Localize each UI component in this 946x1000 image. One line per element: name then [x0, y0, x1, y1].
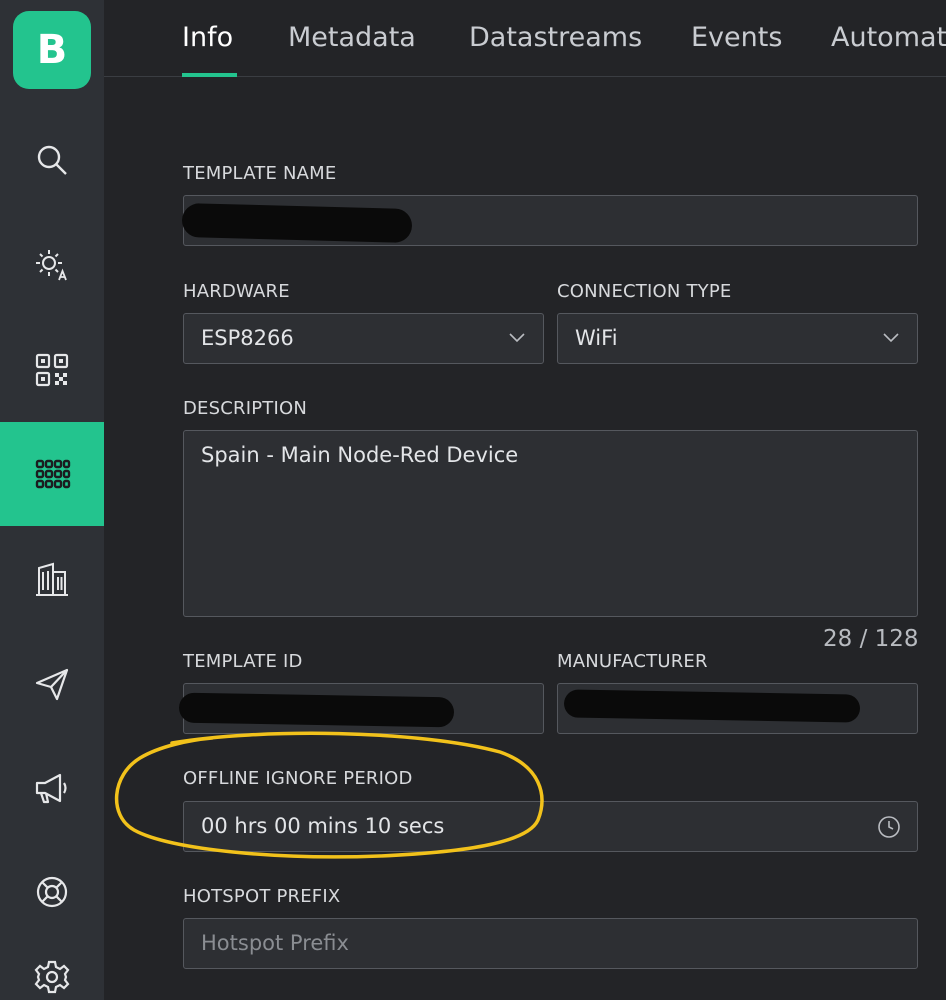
clock-icon[interactable] [877, 815, 901, 839]
hotspot-prefix-label: HOTSPOT PREFIX [183, 886, 341, 907]
connection-type-label: CONNECTION TYPE [557, 281, 732, 302]
sidebar-item-devices[interactable] [0, 318, 104, 422]
app-logo[interactable]: B [13, 11, 91, 89]
tab-info[interactable]: Info [182, 22, 233, 53]
redaction-mark [178, 692, 455, 728]
template-name-label: TEMPLATE NAME [183, 163, 337, 184]
main-content: Info Metadata Datastreams Events Automat… [104, 0, 946, 1000]
hardware-select[interactable]: ESP8266 [183, 313, 544, 364]
sidebar-item-templates[interactable] [0, 422, 104, 526]
sidebar-item-help[interactable] [0, 840, 104, 944]
hotspot-prefix-input[interactable]: Hotspot Prefix [183, 918, 918, 969]
tab-bar: Info Metadata Datastreams Events Automat [104, 0, 946, 77]
sidebar-item-dashboard[interactable] [0, 213, 104, 317]
offline-ignore-period-label: OFFLINE IGNORE PERIOD [183, 768, 413, 789]
chevron-down-icon [883, 333, 899, 343]
sidebar: B [0, 0, 104, 1000]
manufacturer-label: MANUFACTURER [557, 651, 708, 672]
tab-automations[interactable]: Automat [831, 22, 946, 53]
sidebar-item-search[interactable] [0, 108, 104, 212]
send-icon [35, 668, 69, 701]
sidebar-item-messages[interactable] [0, 632, 104, 736]
search-icon [37, 145, 67, 175]
megaphone-icon [35, 773, 67, 804]
template-id-label: TEMPLATE ID [183, 651, 303, 672]
gear-icon [34, 960, 70, 994]
description-label: DESCRIPTION [183, 398, 308, 419]
hardware-label: HARDWARE [183, 281, 290, 302]
offline-ignore-period-value: 00 hrs 00 mins 10 secs [201, 814, 445, 838]
app: B Info Metadata Datastreams Events Autom… [0, 0, 946, 1000]
description-textarea[interactable]: Spain - Main Node-Red Device [183, 430, 918, 617]
grid-icon [35, 459, 71, 489]
offline-ignore-period-input[interactable]: 00 hrs 00 mins 10 secs [183, 801, 918, 852]
hardware-value: ESP8266 [201, 326, 294, 350]
redaction-mark [181, 202, 413, 244]
active-tab-indicator [182, 73, 237, 77]
lifebuoy-icon [36, 876, 68, 908]
connection-type-value: WiFi [575, 326, 618, 350]
tab-datastreams[interactable]: Datastreams [469, 22, 642, 53]
sidebar-item-settings[interactable] [0, 945, 104, 1000]
sun-auto-icon [36, 250, 67, 281]
chevron-down-icon [509, 333, 525, 343]
building-icon [36, 562, 68, 596]
connection-type-select[interactable]: WiFi [557, 313, 918, 364]
redaction-mark [563, 689, 861, 723]
tab-metadata[interactable]: Metadata [288, 22, 416, 53]
tab-events[interactable]: Events [691, 22, 782, 53]
qr-code-icon [35, 353, 69, 387]
sidebar-item-announcements[interactable] [0, 736, 104, 840]
description-char-counter: 28 / 128 [823, 626, 919, 652]
sidebar-item-organizations[interactable] [0, 527, 104, 631]
